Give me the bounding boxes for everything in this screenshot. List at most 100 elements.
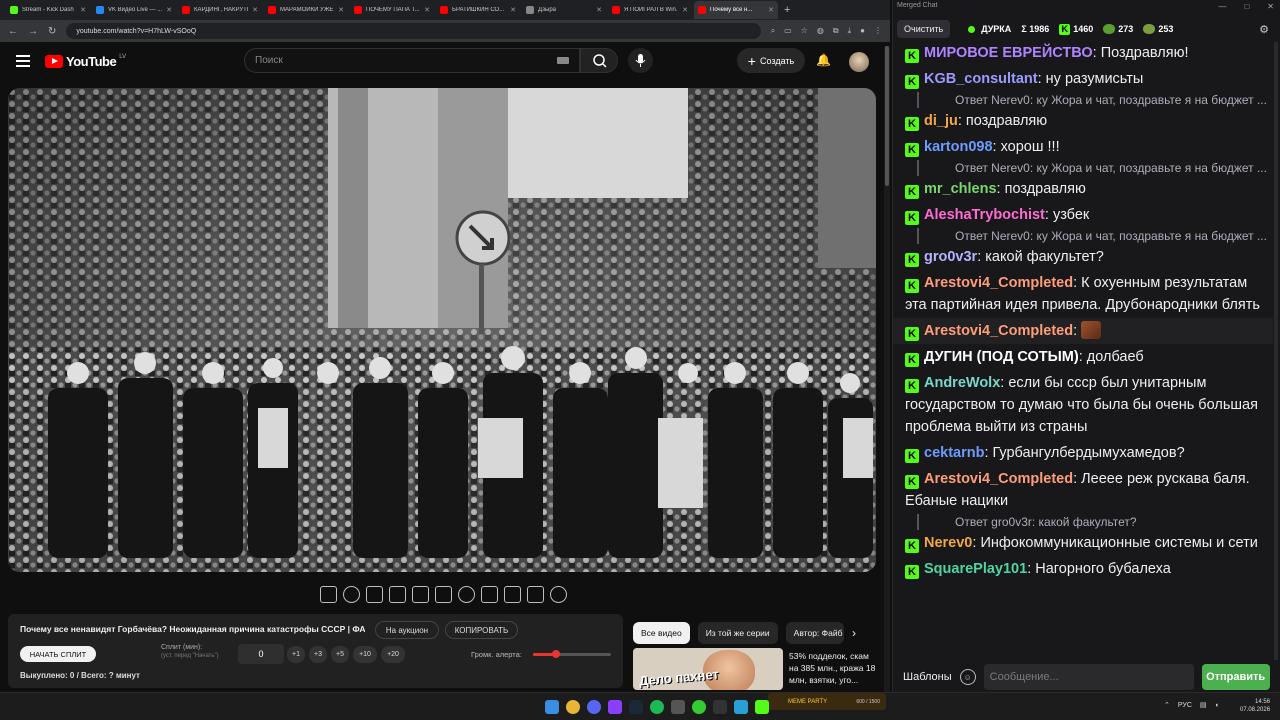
reload-icon[interactable]: ↻ <box>48 26 56 37</box>
reply-quote[interactable]: Ответ Nerev0: ку Жора и чат, поздравьте … <box>917 160 1273 176</box>
app-icon[interactable] <box>692 700 706 714</box>
profile-icon[interactable]: ● <box>860 26 865 36</box>
templates-button[interactable]: Шаблоны <box>903 671 952 683</box>
forward-icon[interactable]: → <box>28 26 38 37</box>
tab-close-icon[interactable]: ✕ <box>338 6 344 14</box>
reply-quote[interactable]: Ответ Nerev0: ку Жора и чат, поздравьте … <box>917 228 1273 244</box>
page-scrollbar-thumb[interactable] <box>885 46 889 186</box>
reply-quote[interactable]: Ответ gro0v3r: какой факультет? <box>917 514 1273 530</box>
send-button[interactable]: Отправить <box>1201 664 1270 690</box>
more-icon[interactable]: ⋮ <box>874 26 882 36</box>
avatar[interactable] <box>849 52 869 72</box>
add-clip-icon[interactable] <box>481 586 498 603</box>
video-player[interactable] <box>8 88 876 572</box>
browser-tab[interactable]: Почему все н... ✕ <box>694 1 778 19</box>
browser-tab[interactable]: КАРДИНГ, НАКРУТКА ✕ <box>178 1 262 19</box>
split-minutes-input[interactable]: 0 <box>238 644 284 664</box>
loop-icon[interactable] <box>320 586 337 603</box>
increment-button[interactable]: +5 <box>331 646 349 663</box>
increment-button[interactable]: +3 <box>309 646 327 663</box>
emoji-icon[interactable]: ☺ <box>959 669 976 685</box>
search-button[interactable] <box>580 48 618 73</box>
chat-message[interactable]: K AndreWolx: если бы ссср был унитарным г… <box>893 370 1273 440</box>
chat-username[interactable]: Arestovi4_Completed <box>924 323 1073 339</box>
chat-username[interactable]: karton098 <box>924 139 993 155</box>
browser-tab[interactable]: Я ПОИГРАЛ В Win... ✕ <box>608 1 692 19</box>
twitch-icon[interactable] <box>608 700 622 714</box>
browser-tab[interactable]: БРАТИШКИН СО... ✕ <box>436 1 520 19</box>
steam-icon[interactable] <box>629 700 643 714</box>
chat-message[interactable]: K Arestovi4_Completed: <box>893 318 1273 344</box>
increment-button[interactable]: +20 <box>381 646 405 663</box>
windows-start-icon[interactable] <box>545 700 559 714</box>
discord-icon[interactable] <box>587 700 601 714</box>
url-field[interactable]: youtube.com/watch?v=H7hLW-vSOoQ <box>66 23 761 39</box>
chat-username[interactable]: SquarePlay101 <box>924 561 1027 577</box>
telegram-icon[interactable] <box>734 700 748 714</box>
extension-icon[interactable]: ◍ <box>817 26 824 36</box>
subtitles-icon[interactable] <box>366 586 383 603</box>
broadcast-icon[interactable] <box>343 586 360 603</box>
chat-username[interactable]: AndreWolx <box>924 375 1000 391</box>
auction-button[interactable]: На аукцион <box>375 621 439 639</box>
page-scrollbar[interactable] <box>884 46 890 692</box>
network-icon[interactable]: ▤ <box>1200 701 1207 709</box>
chat-message[interactable]: Kcektarnb: Гурбангулбердымухамедов? <box>893 440 1273 466</box>
flask-icon[interactable] <box>527 586 544 603</box>
cast-icon[interactable]: ▭ <box>784 26 792 36</box>
message-input[interactable]: Сообщение... <box>983 664 1194 690</box>
tab-close-icon[interactable]: ✕ <box>424 6 430 14</box>
chip-author[interactable]: Автор: Файб <box>785 622 844 644</box>
tab-close-icon[interactable]: ✕ <box>768 6 774 14</box>
chat-message[interactable]: K Arestovi4_Completed: К охуенным результ… <box>893 270 1273 318</box>
volume-icon[interactable]: ◖ <box>1215 702 1219 709</box>
menu-icon[interactable] <box>16 55 30 70</box>
clock[interactable]: 14:56 07.08.2026 <box>1240 698 1270 714</box>
chat-username[interactable]: Nerev0 <box>924 535 972 551</box>
speed-icon[interactable] <box>458 586 475 603</box>
browser-tab[interactable]: Stream - Kick Dash ✕ <box>6 1 90 19</box>
tab-close-icon[interactable]: ✕ <box>252 6 258 14</box>
create-button[interactable]: + Создать <box>737 48 805 73</box>
chat-message[interactable]: K Nerev0: Инфокоммуникационные системы и … <box>893 530 1273 556</box>
obs-icon[interactable] <box>671 700 685 714</box>
start-split-button[interactable]: НАЧАТЬ СПЛИТ <box>20 646 96 662</box>
browser-tab[interactable]: МАРАМОЙКИ УЖЕ... ✕ <box>264 1 348 19</box>
chat-message[interactable]: Kdi_ju: поздравляю <box>893 108 1273 134</box>
minimize-icon[interactable]: — <box>1218 2 1226 11</box>
star-icon[interactable]: ☆ <box>801 26 808 36</box>
chat-message[interactable]: K МИРОВОЕ ЕВРЕЙСТВО: Поздравляю! <box>893 40 1273 66</box>
tab-close-icon[interactable]: ✕ <box>166 6 172 14</box>
chat-username[interactable]: Arestovi4_Completed <box>924 275 1073 291</box>
back-icon[interactable]: ← <box>8 26 18 37</box>
chat-username[interactable]: KGB_consultant <box>924 71 1038 87</box>
chat-message[interactable]: Kkarton098: хорош !!! <box>893 134 1273 160</box>
chrome-icon[interactable] <box>566 700 580 714</box>
alert-volume-slider[interactable] <box>533 650 611 658</box>
new-tab-icon[interactable]: + <box>784 4 790 16</box>
chat-username[interactable]: МИРОВОЕ ЕВРЕЙСТВО <box>924 45 1093 61</box>
browser-tab[interactable]: Дзыра ✕ <box>522 1 606 19</box>
picture-in-picture-icon[interactable] <box>412 586 429 603</box>
clapperboard-icon[interactable] <box>389 586 406 603</box>
chat-message[interactable]: K KGB_consultant: ну разумисьты <box>893 66 1273 92</box>
alert-volume-knob[interactable] <box>552 650 561 658</box>
close-icon[interactable]: ✕ <box>1267 2 1274 11</box>
chat-username[interactable]: cektarnb <box>924 445 984 461</box>
chat-username[interactable]: gro0v3r <box>924 249 977 265</box>
chat-message[interactable]: K AleshaTrybochist: узбек <box>893 202 1273 228</box>
notifications-icon[interactable]: 🔔 <box>816 53 831 67</box>
spotify-icon[interactable] <box>650 700 664 714</box>
chat-message[interactable]: K ДУГИН (ПОД СОТЫМ): долбаеб <box>893 344 1273 370</box>
chat-message[interactable]: Kmr_chlens: поздравляю <box>893 176 1273 202</box>
download-icon[interactable]: ⤓ <box>848 26 852 36</box>
browser-tab[interactable]: ПОЧЕМУ ПАПА Т... ✕ <box>350 1 434 19</box>
chip-all-videos[interactable]: Все видео <box>633 622 690 644</box>
puzzle-icon[interactable]: ⧉ <box>833 26 839 36</box>
chat-username[interactable]: Arestovi4_Completed <box>924 471 1073 487</box>
clear-button[interactable]: Очистить <box>897 20 951 38</box>
chat-message[interactable]: K SquarePlay101: Нагорного бубалеха <box>893 556 1273 582</box>
app-icon[interactable] <box>713 700 727 714</box>
chat-message[interactable]: K Arestovi4_Completed: Лееее реж рускава … <box>893 466 1273 514</box>
chat-scrollbar[interactable] <box>1274 42 1278 660</box>
